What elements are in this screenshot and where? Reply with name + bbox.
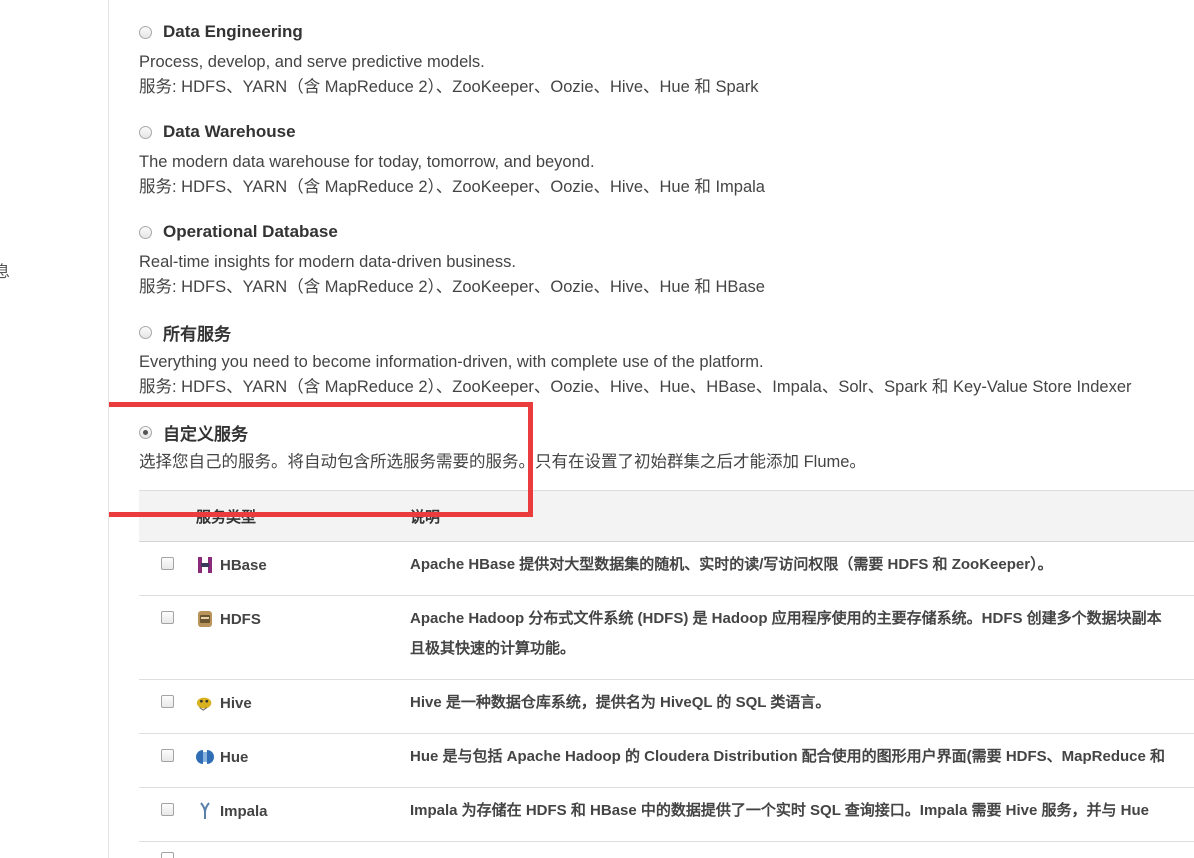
hue-checkbox[interactable]: [161, 749, 174, 762]
option-custom-services[interactable]: 自定义服务 选择您自己的服务。将自动包含所选服务需要的服务。只有在设置了初始群集…: [139, 421, 1194, 475]
option-description: Process, develop, and serve predictive m…: [139, 53, 485, 71]
service-description: Apache Hadoop 分布式文件系统 (HDFS) 是 Hadoop 应用…: [410, 610, 1162, 657]
option-data-engineering[interactable]: Data Engineering Process, develop, and s…: [139, 21, 1194, 100]
option-services: 服务: HDFS、YARN（含 MapReduce 2）、ZooKeeper、O…: [139, 178, 765, 196]
option-services: 服务: HDFS、YARN（含 MapReduce 2）、ZooKeeper、O…: [139, 78, 759, 96]
hbase-checkbox[interactable]: [161, 557, 174, 570]
option-all-services[interactable]: 所有服务 Everything you need to become infor…: [139, 321, 1194, 400]
impala-icon: [196, 802, 214, 820]
hbase-icon: [196, 556, 214, 574]
left-sidebar: 息: [0, 0, 109, 858]
radio-custom-services[interactable]: [139, 425, 152, 439]
option-services: 服务: HDFS、YARN（含 MapReduce 2）、ZooKeeper、O…: [139, 278, 765, 296]
option-title: Data Engineering: [163, 22, 303, 41]
service-description: Apache HBase 提供对大型数据集的随机、实时的读/写访问权限（需要 H…: [410, 556, 1053, 573]
hdfs-icon: [196, 610, 214, 628]
service-name: Hue: [220, 749, 249, 766]
partial-row-checkbox[interactable]: [161, 852, 174, 858]
option-title: Data Warehouse: [163, 122, 296, 141]
service-description: Hue 是与包括 Apache Hadoop 的 Cloudera Distri…: [410, 748, 1166, 765]
table-header: 服务类型 说明: [139, 491, 1194, 542]
table-row[interactable]: [139, 842, 1194, 858]
service-description: Impala 为存储在 HDFS 和 HBase 中的数据提供了一个实时 SQL…: [410, 802, 1149, 819]
hdfs-checkbox[interactable]: [161, 611, 174, 624]
service-name: Hive: [220, 695, 252, 712]
column-header-service-type[interactable]: 服务类型: [196, 506, 256, 527]
column-header-description[interactable]: 说明: [410, 506, 440, 527]
option-description: The modern data warehouse for today, tom…: [139, 153, 595, 171]
option-description: Everything you need to become informatio…: [139, 353, 764, 371]
table-row[interactable]: HBase Apache HBase 提供对大型数据集的随机、实时的读/写访问权…: [139, 542, 1194, 596]
option-description: 选择您自己的服务。将自动包含所选服务需要的服务。只有在设置了初始群集之后才能添加…: [139, 453, 866, 471]
service-name: HBase: [220, 557, 267, 574]
radio-all-services[interactable]: [139, 325, 152, 339]
hue-icon: [196, 748, 214, 766]
service-name: Impala: [220, 803, 268, 820]
option-title: 自定义服务: [163, 424, 248, 444]
service-table: 服务类型 说明 HBase Apache HBase 提供对大型数据集的随机、实…: [139, 490, 1194, 858]
table-row[interactable]: Hue Hue 是与包括 Apache Hadoop 的 Cloudera Di…: [139, 734, 1194, 788]
hive-icon: [196, 694, 214, 712]
option-operational-database[interactable]: Operational Database Real-time insights …: [139, 221, 1194, 300]
table-row[interactable]: Impala Impala 为存储在 HDFS 和 HBase 中的数据提供了一…: [139, 788, 1194, 842]
option-title: Operational Database: [163, 222, 338, 241]
radio-data-engineering[interactable]: [139, 25, 152, 39]
option-title: 所有服务: [163, 324, 231, 344]
service-description: Hive 是一种数据仓库系统，提供名为 HiveQL 的 SQL 类语言。: [410, 694, 831, 711]
option-services: 服务: HDFS、YARN（含 MapReduce 2）、ZooKeeper、O…: [139, 378, 1132, 396]
option-description: Real-time insights for modern data-drive…: [139, 253, 516, 271]
radio-data-warehouse[interactable]: [139, 125, 152, 139]
sidebar-item-label: 息: [0, 264, 11, 281]
option-data-warehouse[interactable]: Data Warehouse The modern data warehouse…: [139, 121, 1194, 200]
radio-operational-database[interactable]: [139, 225, 152, 239]
table-row[interactable]: HDFS Apache Hadoop 分布式文件系统 (HDFS) 是 Hado…: [139, 596, 1194, 680]
service-name: HDFS: [220, 611, 261, 628]
table-row[interactable]: Hive Hive 是一种数据仓库系统，提供名为 HiveQL 的 SQL 类语…: [139, 680, 1194, 734]
hive-checkbox[interactable]: [161, 695, 174, 708]
service-selection-panel: Data Engineering Process, develop, and s…: [109, 0, 1194, 858]
impala-checkbox[interactable]: [161, 803, 174, 816]
